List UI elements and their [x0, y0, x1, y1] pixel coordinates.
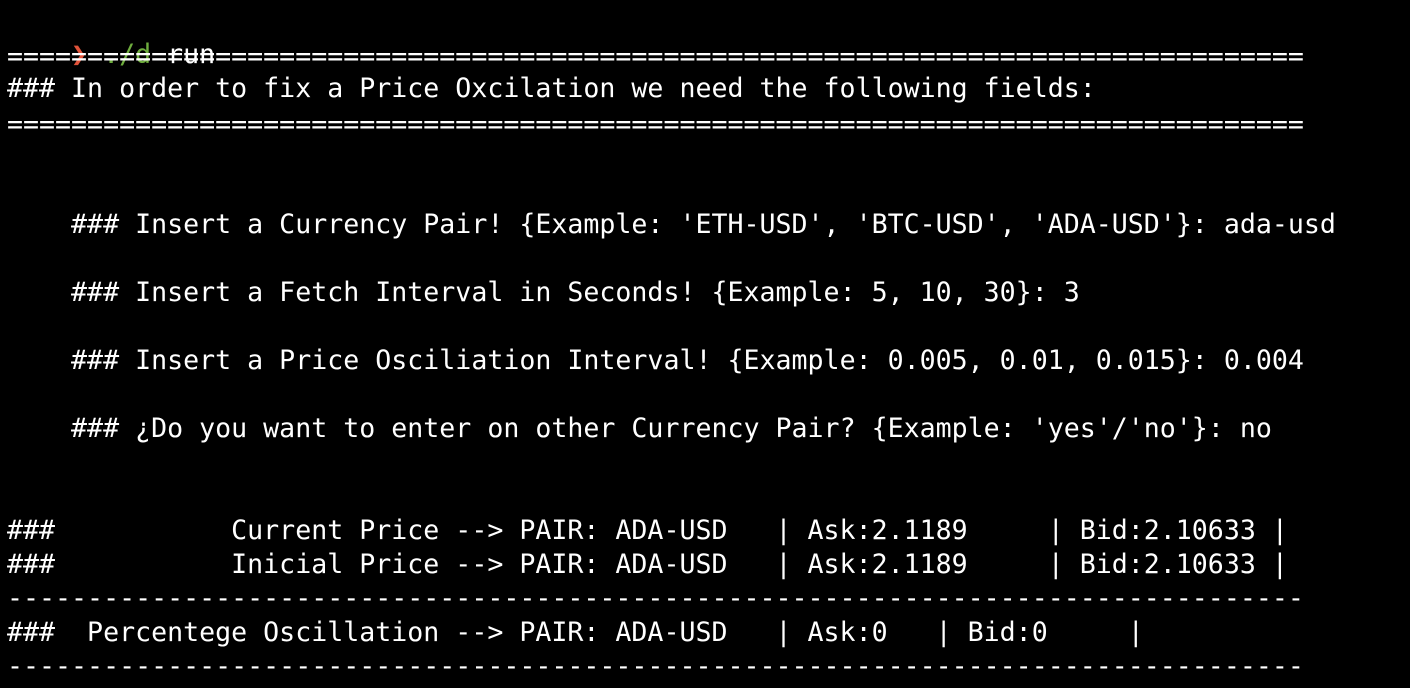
- input-answer: 3: [1063, 277, 1080, 308]
- double-rule-top: ========================================…: [7, 41, 1304, 72]
- input-line-fetch-interval: ### Insert a Fetch Interval in Seconds! …: [7, 242, 1080, 308]
- input-line-other-pair: ### ¿Do you want to enter on other Curre…: [7, 378, 1272, 444]
- input-line-currency-pair: ### Insert a Currency Pair! {Example: 'E…: [7, 174, 1336, 240]
- terminal-window[interactable]: ❯ ./d run ==============================…: [0, 0, 1410, 688]
- input-answer: no: [1239, 413, 1272, 444]
- input-question: ### Insert a Fetch Interval in Seconds! …: [71, 277, 1064, 308]
- input-question: ### Insert a Currency Pair! {Example: 'E…: [71, 209, 1224, 240]
- initial-price-row: ### Inicial Price --> PAIR: ADA-USD | As…: [7, 549, 1288, 580]
- input-answer: ada-usd: [1223, 209, 1336, 240]
- input-question: ### ¿Do you want to enter on other Curre…: [71, 413, 1240, 444]
- single-rule-bottom: ----------------------------------------…: [7, 651, 1304, 682]
- input-answer: 0.004: [1223, 345, 1304, 376]
- double-rule-bottom: ========================================…: [7, 109, 1304, 140]
- prompt-line: ❯ ./d run: [7, 4, 215, 70]
- input-question: ### Insert a Price Osciliation Interval!…: [71, 345, 1224, 376]
- oscillation-row: ### Percentege Oscillation --> PAIR: ADA…: [7, 617, 1144, 648]
- header-line: ### In order to fix a Price Oxcilation w…: [7, 73, 1096, 104]
- input-line-oscillation-interval: ### Insert a Price Osciliation Interval!…: [7, 310, 1304, 376]
- single-rule-top: ----------------------------------------…: [7, 583, 1304, 614]
- current-price-row: ### Current Price --> PAIR: ADA-USD | As…: [7, 515, 1288, 546]
